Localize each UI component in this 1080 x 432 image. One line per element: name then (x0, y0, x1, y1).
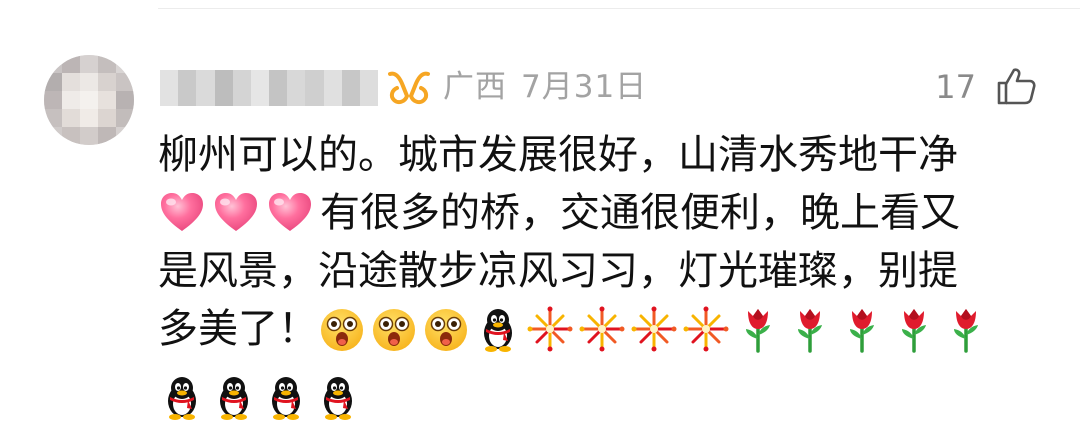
qq-penguin-emoji-icon (262, 373, 310, 421)
heart-emoji-icon (266, 189, 314, 237)
qq-penguin-emoji-icon (314, 373, 362, 421)
comment-text-1: 柳州可以的。城市发展很好，山清水秀地干净 (158, 132, 958, 178)
username-blurred[interactable] (160, 70, 379, 106)
comment-location: 广西 (443, 69, 507, 105)
wow-face-emoji-icon (370, 305, 418, 353)
heart-emoji-icon (212, 189, 260, 237)
comment-text-4: 多美了！ (158, 306, 318, 352)
firework-emoji-icon (682, 305, 730, 353)
thumbs-up-icon[interactable] (995, 66, 1037, 106)
top-divider (158, 8, 1080, 9)
heart-emoji-icon (158, 189, 206, 237)
qq-penguin-emoji-icon (474, 305, 522, 353)
comment-text-2: 有很多的桥，交通很便利，晚上看又 (320, 190, 960, 236)
like-count: 17 (935, 68, 976, 106)
comment-text-3: 是风景，沿途散步凉风习习，灯光璀璨，别提 (158, 248, 958, 294)
comment-line-5 (158, 368, 1058, 426)
wow-face-emoji-icon (422, 305, 470, 353)
avatar[interactable] (44, 55, 134, 145)
rose-emoji-icon (734, 305, 782, 353)
comment-line-1: 柳州可以的。城市发展很好，山清水秀地干净 (158, 126, 1058, 184)
rose-emoji-icon (838, 305, 886, 353)
firework-emoji-icon (630, 305, 678, 353)
comment-date: 7月31日 (521, 69, 648, 105)
qq-penguin-emoji-icon (158, 373, 206, 421)
comment-body[interactable]: 柳州可以的。城市发展很好，山清水秀地干净 有很多的桥，交通很便利，晚上看又 是风… (158, 126, 1058, 426)
vip-badge-icon (388, 71, 430, 105)
firework-emoji-icon (526, 305, 574, 353)
wow-face-emoji-icon (318, 305, 366, 353)
rose-emoji-icon (942, 305, 990, 353)
comment-line-2: 有很多的桥，交通很便利，晚上看又 (158, 184, 1058, 242)
comment-line-4: 多美了！ (158, 300, 1058, 358)
firework-emoji-icon (578, 305, 626, 353)
qq-penguin-emoji-icon (210, 373, 258, 421)
comment-meta: 广西 7月31日 (443, 64, 661, 110)
rose-emoji-icon (890, 305, 938, 353)
comment-line-3: 是风景，沿途散步凉风习习，灯光璀璨，别提 (158, 242, 1058, 300)
rose-emoji-icon (786, 305, 834, 353)
